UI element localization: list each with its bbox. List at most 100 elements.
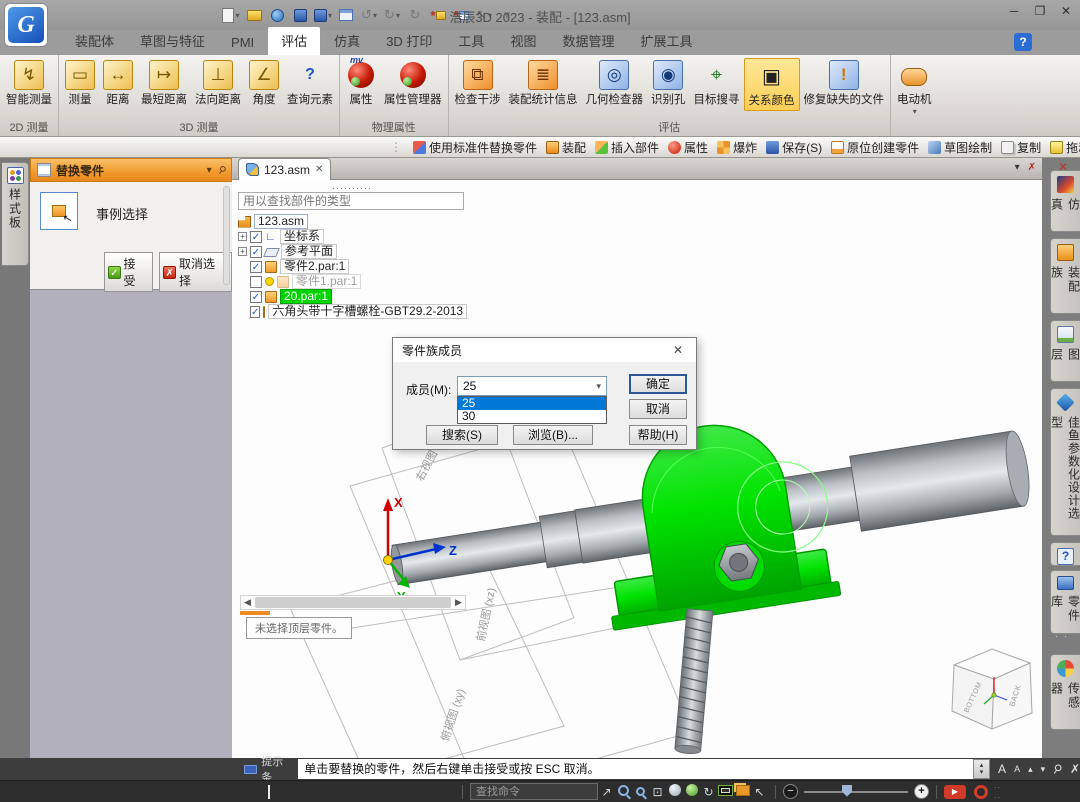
simulation-tab[interactable]: 仿真: [1050, 170, 1080, 232]
expand-icon[interactable]: +: [238, 232, 247, 241]
checkbox-checked[interactable]: ✓: [250, 246, 262, 258]
panel-drag-handle[interactable]: ··········: [238, 184, 466, 192]
rotate-view-icon[interactable]: ↻: [700, 785, 717, 799]
undo-button[interactable]: ↺▾: [360, 6, 378, 24]
minimize-button[interactable]: ─: [1006, 4, 1022, 18]
web-button[interactable]: [268, 6, 286, 24]
insert-component-button[interactable]: 插入部件: [595, 139, 659, 156]
tree-node-20par[interactable]: ✓ 20.par:1: [250, 289, 466, 304]
prompt-label[interactable]: 提示条: [238, 760, 298, 778]
checkbox-checked[interactable]: ✓: [250, 261, 262, 273]
expand-icon[interactable]: +: [238, 247, 247, 256]
horizontal-scrollbar[interactable]: ◀ ▶: [240, 595, 466, 610]
shaft-end[interactable]: [850, 431, 1024, 531]
update-active-button[interactable]: *: [429, 6, 447, 24]
geometry-inspector-button[interactable]: ◎几何检查器: [582, 58, 648, 109]
layers-tab[interactable]: 图层: [1050, 320, 1080, 382]
tree-node-part1[interactable]: 零件1.par:1: [250, 274, 466, 289]
distance-button[interactable]: ↔距离: [99, 58, 137, 109]
tree-node-coordinate-system[interactable]: + ✓ ∟ 坐标系: [238, 229, 466, 244]
dialog-title-bar[interactable]: 零件族成员 ✕: [393, 338, 696, 362]
expand-down-button[interactable]: ▾: [1041, 764, 1046, 775]
prompt-history-spinner[interactable]: ▴▾: [973, 759, 990, 779]
tab-extensions[interactable]: 扩展工具: [627, 27, 705, 55]
check-interference-button[interactable]: ⧉检查干涉: [451, 58, 505, 109]
replace-with-standard-part-button[interactable]: 使用标准件替换零件: [413, 139, 537, 156]
properties-button[interactable]: mv属性: [342, 58, 380, 109]
parametric-design-tab[interactable]: 佳鱼参数化设计选型: [1050, 388, 1080, 536]
accept-button[interactable]: ✓接受: [104, 252, 153, 292]
repair-missing-files-button[interactable]: !修复缺失的文件: [800, 58, 889, 109]
measure-button[interactable]: ▭测量: [61, 58, 99, 109]
new-file-button[interactable]: ▾: [222, 6, 240, 24]
relation-colors-button[interactable]: ▣关系颜色: [744, 58, 800, 111]
recognize-holes-button[interactable]: ◉识别孔: [647, 58, 690, 109]
motor-button[interactable]: 电动机▾: [893, 58, 936, 118]
scroll-left-icon[interactable]: ◀: [241, 597, 254, 608]
select-tool-button[interactable]: ↖▾: [475, 6, 493, 24]
normal-distance-button[interactable]: ⊥法向距离: [191, 58, 245, 109]
checkbox-checked[interactable]: ✓: [250, 231, 262, 243]
instance-select-button[interactable]: ↖: [40, 192, 78, 230]
component-search-input[interactable]: [238, 192, 464, 210]
save-cmd-button[interactable]: 保存(S): [766, 139, 822, 156]
tree-node-part2[interactable]: ✓ 零件2.par:1: [250, 259, 466, 274]
close-button[interactable]: ✕: [1058, 4, 1074, 18]
close-tab-icon[interactable]: ✕: [315, 164, 323, 175]
play-button[interactable]: ▶: [944, 785, 966, 799]
properties-view-button[interactable]: [337, 6, 355, 24]
ok-button[interactable]: 确定: [629, 374, 687, 394]
update-links-button[interactable]: *: [452, 6, 470, 24]
document-tab[interactable]: 123.asm ✕: [238, 158, 331, 180]
font-increase-button[interactable]: A: [998, 762, 1006, 776]
open-button[interactable]: [245, 6, 263, 24]
maximize-button[interactable]: ❐: [1032, 4, 1048, 18]
tab-data-management[interactable]: 数据管理: [549, 27, 627, 55]
redo-button[interactable]: ↻▾: [383, 6, 401, 24]
pin-prompt-button[interactable]: ⚲: [1050, 761, 1065, 778]
sketch-button[interactable]: 草图绘制: [928, 139, 992, 156]
help-dialog-button[interactable]: 帮助(H): [629, 425, 687, 445]
close-prompt-button[interactable]: ✗: [1070, 762, 1080, 776]
checkbox-unchecked[interactable]: [250, 276, 262, 288]
zoom-area-icon[interactable]: [615, 785, 632, 799]
view-cube[interactable]: BOTTOM BACK: [952, 649, 1032, 729]
3d-viewport[interactable]: 右视图 (yz) 前视图 (xz) 俯视图 (xy): [232, 180, 1042, 758]
panel-pin-button[interactable]: ⚲: [215, 163, 227, 176]
help-panel-tab[interactable]: ?: [1050, 542, 1080, 566]
dropdown-option-25[interactable]: 25: [458, 397, 606, 410]
repeat-button[interactable]: ↻: [406, 6, 424, 24]
collapse-up-button[interactable]: ▴: [1028, 764, 1033, 775]
tree-node-bolt[interactable]: ✓ 六角头带十字槽螺栓-GBT29.2-2013: [250, 304, 466, 319]
tree-root[interactable]: 123.asm: [238, 214, 466, 229]
properties-cmd-button[interactable]: 属性: [668, 139, 708, 156]
search-dialog-button[interactable]: 搜索(S): [426, 425, 498, 445]
tab-list-button[interactable]: ▾: [1015, 162, 1020, 173]
tab-assembly[interactable]: 装配体: [62, 27, 127, 55]
zoom-in-button[interactable]: +: [914, 784, 929, 799]
help-button[interactable]: ?: [1014, 33, 1032, 51]
tab-evaluate[interactable]: 评估: [267, 26, 321, 55]
property-manager-button[interactable]: 属性管理器: [380, 58, 446, 109]
tab-3d-print[interactable]: 3D 打印: [373, 27, 445, 55]
zoom-out-button[interactable]: −: [783, 784, 798, 799]
command-search-input[interactable]: [470, 783, 598, 800]
checkbox-checked[interactable]: ✓: [250, 291, 262, 303]
checkbox-checked[interactable]: ✓: [250, 306, 260, 318]
panel-collapse-button[interactable]: ▾: [207, 165, 212, 176]
record-button[interactable]: [974, 785, 988, 799]
visual-styles-icon[interactable]: [683, 784, 700, 799]
assemble-button[interactable]: 装配: [546, 139, 586, 156]
fit-view-icon[interactable]: ⊡: [649, 785, 666, 799]
tab-sketch-feature[interactable]: 草图与特征: [127, 27, 218, 55]
zoom-icon[interactable]: [632, 785, 649, 799]
explode-button[interactable]: 爆炸: [717, 139, 757, 156]
tab-pmi[interactable]: PMI: [218, 31, 267, 55]
zoom-slider[interactable]: [804, 791, 908, 793]
close-view-button[interactable]: ✗: [1028, 162, 1036, 173]
font-decrease-button[interactable]: A: [1014, 764, 1020, 774]
angle-button[interactable]: ∠角度: [245, 58, 283, 109]
tab-view[interactable]: 视图: [497, 27, 549, 55]
screen-style-icon[interactable]: [717, 785, 734, 799]
select-grid-icon[interactable]: ↖: [751, 785, 768, 799]
